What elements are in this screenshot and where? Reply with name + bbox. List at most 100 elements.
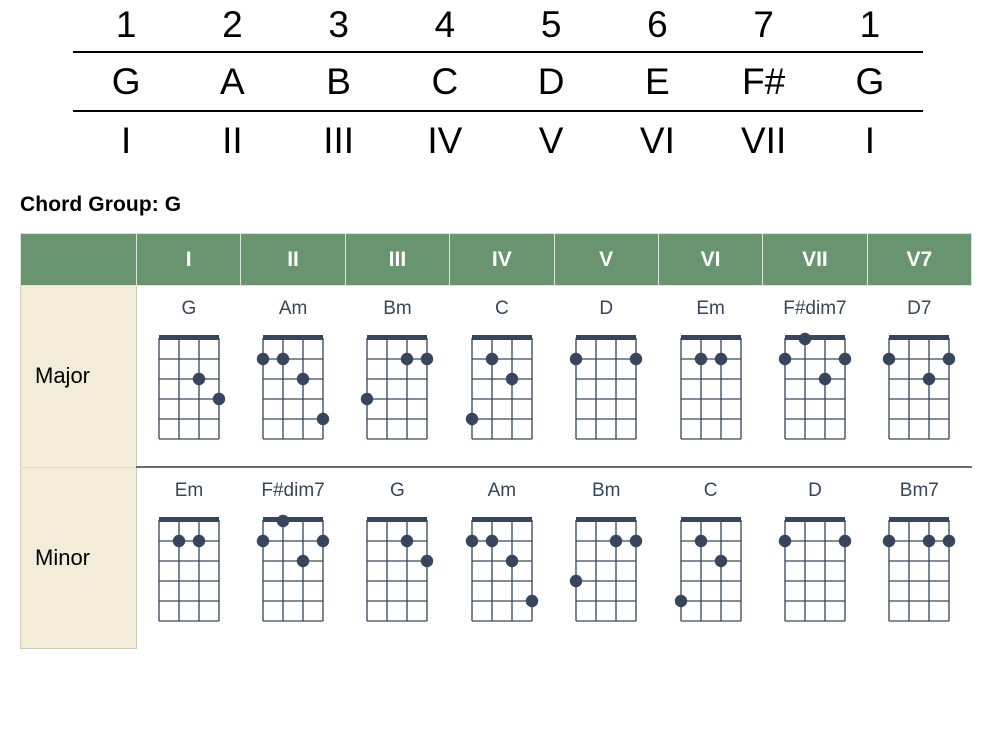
chord-name: Em: [696, 298, 725, 319]
chord-cell[interactable]: G: [136, 285, 241, 468]
column-header-v7[interactable]: V7: [866, 233, 973, 286]
chord-block: D: [554, 286, 658, 449]
chord-fretboard-diagram: [145, 329, 233, 449]
chord-cell[interactable]: Bm: [554, 467, 659, 648]
scale-note-cell: B: [285, 52, 392, 112]
chord-name: F#dim7: [261, 480, 325, 501]
chord-cell[interactable]: Am: [240, 285, 346, 468]
chord-fretboard-diagram: [667, 511, 755, 631]
chord-fretboard-diagram: [875, 329, 963, 449]
scale-degree-row: 1 2 3 4 5 6 7 1: [73, 0, 923, 53]
chord-table-corner-cell: [20, 233, 137, 286]
column-header-v[interactable]: V: [553, 233, 659, 286]
chord-fretboard-diagram: [353, 511, 441, 631]
chord-fretboard-diagram: [667, 329, 755, 449]
chord-cell[interactable]: D: [762, 467, 868, 648]
chord-cell[interactable]: Em: [658, 285, 763, 468]
chord-block: D7: [867, 286, 971, 449]
chord-fretboard-diagram: [562, 511, 650, 631]
scale-degree-cell: 4: [391, 0, 498, 53]
scale-degree-cell: 3: [285, 0, 392, 53]
scale-note-row: G A B C D E F# G: [73, 52, 923, 112]
chord-block: Am: [450, 468, 554, 631]
chord-table-row-minor: Minor Em F#dim7 G Am Bm C D Bm7: [20, 467, 972, 649]
scale-reference-table: 1 2 3 4 5 6 7 1 G A B C D E F# G I II II…: [73, 0, 923, 167]
chord-fretboard-diagram: [771, 511, 859, 631]
chord-fretboard-diagram: [562, 329, 650, 449]
scale-note-cell: E: [604, 52, 711, 112]
column-header-iii[interactable]: III: [344, 233, 451, 286]
chord-cell[interactable]: C: [449, 285, 554, 468]
chord-cell[interactable]: G: [345, 467, 450, 648]
chord-name: C: [494, 298, 509, 319]
chord-cell[interactable]: Bm7: [867, 467, 972, 648]
chord-fretboard-diagram: [353, 329, 441, 449]
chord-name: D7: [907, 298, 932, 319]
column-header-i[interactable]: I: [135, 233, 242, 286]
chord-block: G: [345, 468, 449, 631]
scale-degree-cell: 6: [604, 0, 711, 53]
row-label-minor: Minor: [20, 467, 137, 649]
chord-name: C: [703, 480, 718, 501]
chord-table-row-major: Major G Am Bm C D Em F#dim7 D7: [20, 285, 972, 468]
chord-cell[interactable]: F#dim7: [762, 285, 868, 468]
chord-cell[interactable]: C: [658, 467, 763, 648]
chord-name: F#dim7: [783, 298, 847, 319]
column-header-iv[interactable]: IV: [449, 233, 555, 286]
chord-fretboard-diagram: [875, 511, 963, 631]
chord-name: Bm: [383, 298, 412, 319]
chord-name: Bm: [591, 480, 621, 501]
scale-note-cell: F#: [710, 52, 817, 112]
chord-block: Am: [241, 286, 345, 449]
chord-fretboard-diagram: [458, 511, 546, 631]
scale-degree-cell: 2: [179, 0, 286, 53]
scale-note-cell: D: [498, 52, 605, 112]
scale-note-cell: A: [179, 52, 286, 112]
chord-name: Em: [174, 480, 204, 501]
chord-block: F#dim7: [763, 286, 867, 449]
scale-roman-row: I II III IV V VI VII I: [73, 111, 923, 167]
chord-block: C: [450, 286, 554, 449]
chord-diagram-table: I II III IV V VI VII V7 Major G Am Bm C D Em F#…: [20, 233, 973, 649]
scale-degree-cell: 1: [816, 0, 923, 53]
chord-fretboard-diagram: [249, 511, 337, 631]
chord-fretboard-diagram: [771, 329, 859, 449]
chord-cell[interactable]: D: [554, 285, 659, 468]
chord-cell[interactable]: D7: [867, 285, 972, 468]
chord-block: C: [658, 468, 762, 631]
scale-roman-cell: I: [120, 120, 132, 161]
chord-block: G: [137, 286, 241, 449]
chord-cell[interactable]: F#dim7: [240, 467, 346, 648]
chord-block: Bm: [345, 286, 449, 449]
chord-fretboard-diagram: [458, 329, 546, 449]
scale-degree-cell: 1: [73, 0, 180, 53]
chord-cell[interactable]: Em: [136, 467, 241, 648]
scale-note-cell: G: [73, 52, 180, 112]
scale-degree-cell: 5: [498, 0, 605, 53]
scale-roman-cell: III: [323, 120, 355, 161]
column-header-vi[interactable]: VI: [657, 233, 764, 286]
chord-name: D: [808, 480, 822, 501]
row-label-major: Major: [20, 285, 137, 468]
chord-name: Am: [487, 480, 517, 501]
scale-roman-cell: IV: [427, 120, 463, 161]
chord-group-heading: Chord Group: G: [20, 193, 182, 216]
chord-block: D: [763, 468, 867, 631]
chord-name: Am: [278, 298, 308, 319]
chord-cell[interactable]: Bm: [345, 285, 450, 468]
chord-block: Em: [137, 468, 241, 631]
chord-fretboard-diagram: [145, 511, 233, 631]
scale-roman-cell: V: [538, 120, 564, 161]
chord-cell[interactable]: Am: [449, 467, 554, 648]
scale-degree-cell: 7: [710, 0, 817, 53]
column-header-ii[interactable]: II: [240, 233, 346, 286]
chord-name: Bm7: [899, 480, 939, 501]
scale-roman-cell: VII: [741, 120, 787, 161]
scale-roman-cell: II: [222, 120, 243, 161]
chord-block: Bm7: [867, 468, 971, 631]
chord-name: D: [599, 298, 614, 319]
chord-name: G: [390, 480, 405, 501]
scale-roman-cell: I: [864, 120, 876, 161]
chord-block: F#dim7: [241, 468, 345, 631]
column-header-vii[interactable]: VII: [762, 233, 868, 286]
